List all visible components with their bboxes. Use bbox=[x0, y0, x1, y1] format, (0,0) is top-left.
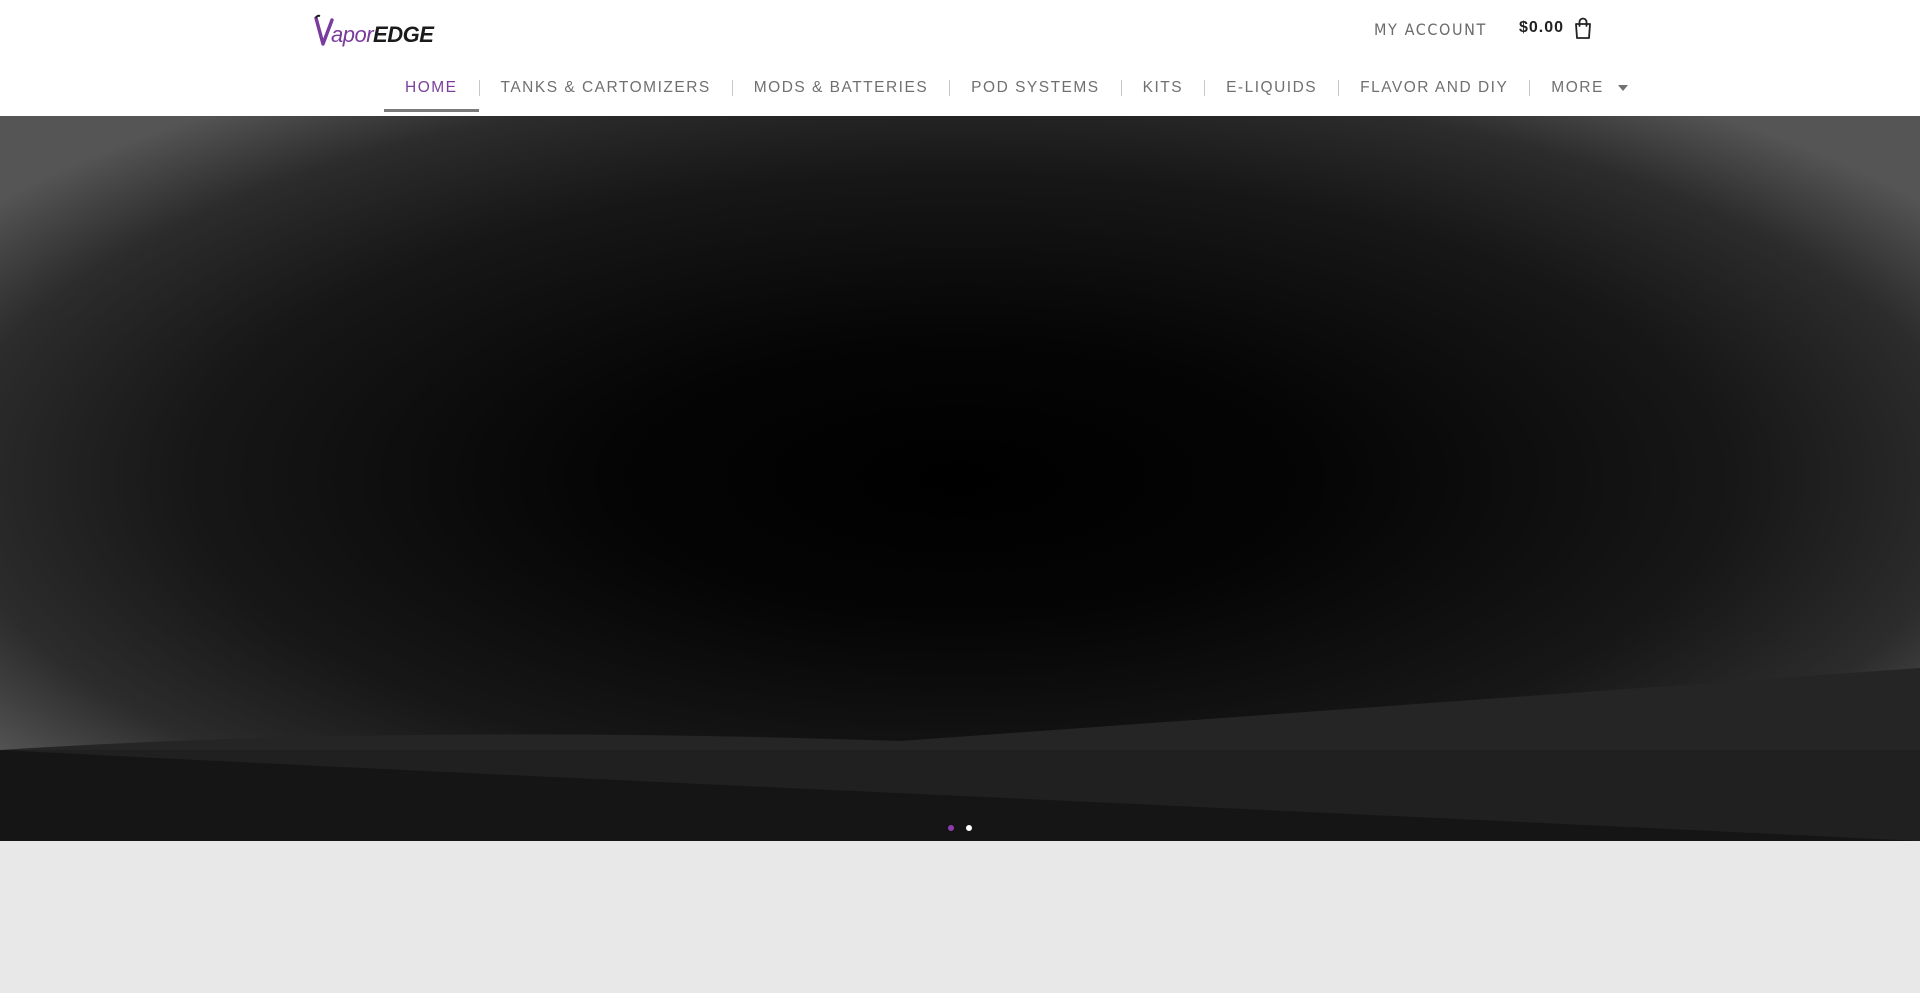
nav-item-label: HOME bbox=[405, 79, 458, 96]
nav-item-mods-batteries[interactable]: MODS & BATTERIES bbox=[733, 68, 949, 108]
logo-text-vapor: apor bbox=[331, 22, 374, 47]
nav-item-label: MODS & BATTERIES bbox=[753, 79, 929, 96]
my-account-link[interactable]: MY ACCOUNT bbox=[1374, 20, 1487, 39]
shopping-bag-icon bbox=[1575, 17, 1591, 39]
cart-total: $0.00 bbox=[1519, 19, 1565, 36]
main-nav: HOME TANKS & CARTOMIZERS MODS & BATTERIE… bbox=[384, 68, 1649, 116]
nav-item-label: POD SYSTEMS bbox=[971, 79, 1100, 96]
cart-button[interactable]: $0.00 bbox=[1519, 16, 1593, 40]
hero-slider[interactable] bbox=[0, 116, 1920, 841]
nav-item-label: KITS bbox=[1142, 79, 1184, 96]
caret-down-icon bbox=[1617, 85, 1628, 91]
nav-item-label: FLAVOR AND DIY bbox=[1360, 79, 1509, 96]
nav-item-flavor-diy[interactable]: FLAVOR AND DIY bbox=[1339, 68, 1529, 108]
nav-item-pod-systems[interactable]: POD SYSTEMS bbox=[950, 68, 1120, 108]
logo-text-edge: EDGE bbox=[373, 22, 434, 47]
nav-item-label: TANKS & CARTOMIZERS bbox=[500, 79, 711, 96]
nav-item-home[interactable]: HOME bbox=[384, 68, 479, 112]
logo-wordmark: aporEDGE bbox=[331, 22, 434, 47]
nav-item-e-liquids[interactable]: E-LIQUIDS bbox=[1205, 68, 1338, 108]
nav-item-tanks-cartomizers[interactable]: TANKS & CARTOMIZERS bbox=[480, 68, 732, 108]
slider-pagination bbox=[948, 825, 972, 831]
slider-dot-2[interactable] bbox=[966, 825, 972, 831]
site-logo[interactable]: aporEDGE bbox=[314, 12, 434, 48]
nav-item-kits[interactable]: KITS bbox=[1122, 68, 1204, 108]
nav-item-more[interactable]: MORE bbox=[1530, 68, 1649, 108]
site-header: aporEDGE MY ACCOUNT $0.00 HOME TANKS & C… bbox=[0, 0, 1920, 116]
slider-dot-1[interactable] bbox=[948, 825, 954, 831]
nav-item-label: E-LIQUIDS bbox=[1226, 79, 1318, 96]
nav-item-label: MORE bbox=[1551, 79, 1604, 96]
hero-wave-shape bbox=[0, 668, 1920, 841]
